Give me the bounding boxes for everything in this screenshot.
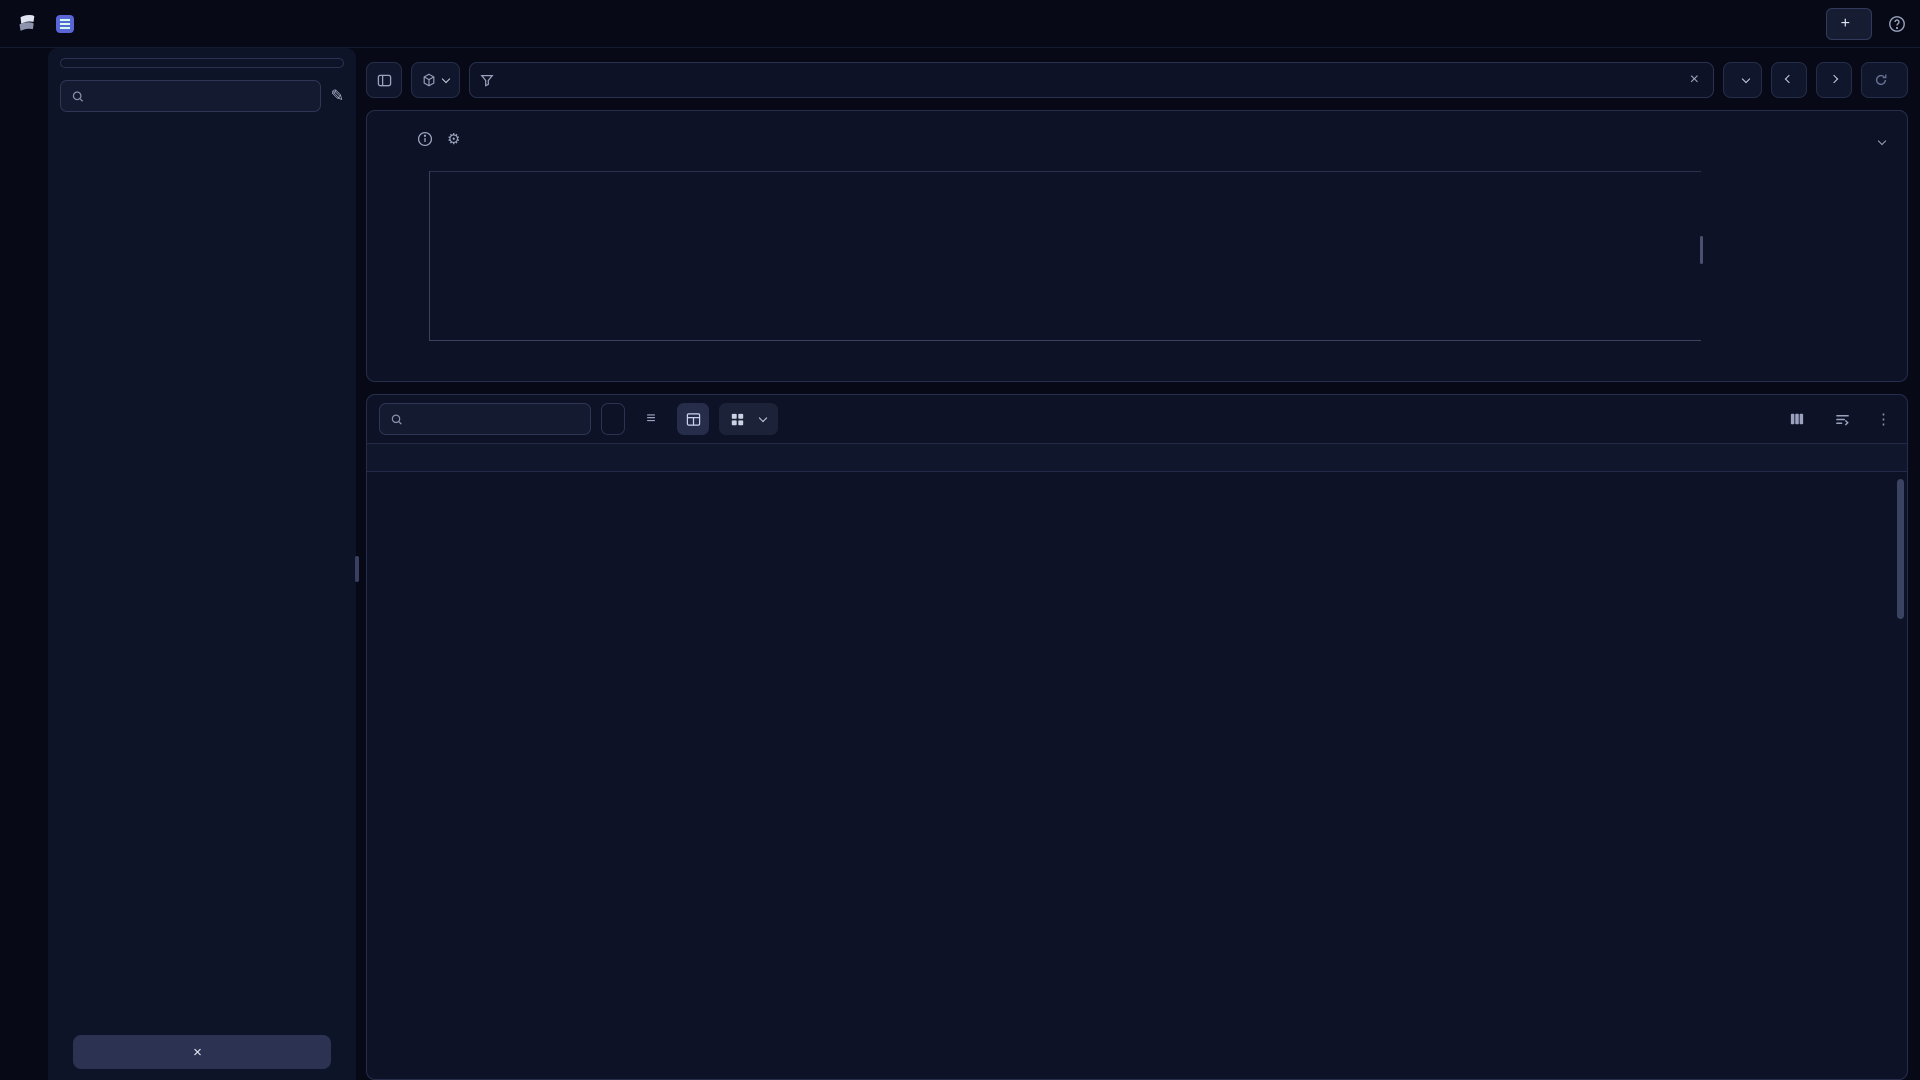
cube-icon xyxy=(422,73,436,87)
facet-search xyxy=(60,80,321,112)
columns-icon xyxy=(1790,412,1804,426)
y-axis xyxy=(401,171,429,375)
request-count-badge xyxy=(601,403,625,435)
dynatrace-logo-icon[interactable] xyxy=(14,11,40,37)
filter-row: × xyxy=(366,62,1908,98)
help-icon[interactable] xyxy=(1888,15,1906,33)
search-icon xyxy=(71,89,85,104)
distributed-tracing-app-icon xyxy=(56,15,74,33)
plot-scroll-handle[interactable] xyxy=(1700,236,1703,264)
table-header xyxy=(367,443,1907,472)
table-icon xyxy=(686,412,701,427)
columns-hidden-button[interactable] xyxy=(1790,412,1812,426)
requests-search-input[interactable] xyxy=(410,412,580,427)
facet-list xyxy=(60,126,344,1024)
kebab-menu-icon[interactable]: ⋮ xyxy=(1872,410,1895,428)
x-axis xyxy=(429,341,1701,359)
chevron-left-icon xyxy=(1785,74,1793,82)
sidebar-resizer[interactable] xyxy=(355,556,359,582)
sidebar-footer: × xyxy=(60,1024,344,1080)
chevron-down-icon xyxy=(1742,74,1750,82)
info-icon[interactable] xyxy=(417,131,433,147)
settings-gear-icon[interactable]: ⚙ xyxy=(447,130,460,148)
facet-sidebar: ✎ × xyxy=(48,48,356,1080)
requests-search xyxy=(379,403,591,435)
requests-table-panel: ≡ ⋮ xyxy=(366,394,1908,1080)
chart-legend xyxy=(1701,171,1891,375)
plus-icon: + xyxy=(1841,16,1850,32)
toggle-sidebar-button[interactable] xyxy=(366,62,402,98)
chevron-down-icon xyxy=(759,413,767,421)
facet-search-input[interactable] xyxy=(92,89,310,104)
refresh-button[interactable] xyxy=(1861,62,1908,98)
histogram-plot[interactable] xyxy=(429,171,1701,341)
vertical-scrollbar[interactable] xyxy=(1897,479,1904,619)
requests-chart-panel: ⚙ xyxy=(366,110,1908,382)
column-settings-icon[interactable] xyxy=(1826,403,1858,435)
edit-facets-icon[interactable]: ✎ xyxy=(331,86,344,106)
table-body xyxy=(367,472,1907,1079)
table-view-button[interactable] xyxy=(677,403,709,435)
panel-toggle-icon xyxy=(377,73,392,88)
timeframe-selector[interactable] xyxy=(1723,62,1762,98)
add-traces-button[interactable]: + xyxy=(1826,8,1872,40)
list-view-button[interactable]: ≡ xyxy=(635,403,667,435)
clear-filters-button[interactable]: × xyxy=(73,1035,331,1069)
refresh-icon xyxy=(1874,73,1888,87)
chevron-down-icon xyxy=(442,74,450,82)
group-by-button[interactable] xyxy=(719,403,778,435)
filter-icon xyxy=(480,73,494,87)
filter-input[interactable]: × xyxy=(469,62,1714,98)
group-by-icon xyxy=(731,413,744,426)
clear-filter-icon[interactable]: × xyxy=(1686,71,1703,89)
timeframe-prev-button[interactable] xyxy=(1771,62,1807,98)
trace-type-nav xyxy=(60,58,344,68)
close-icon: × xyxy=(193,1044,202,1061)
table-toolbar: ≡ ⋮ xyxy=(367,395,1907,443)
collapse-panel-icon[interactable] xyxy=(1873,132,1891,147)
x-axis-title xyxy=(429,359,1701,375)
topbar: + xyxy=(0,0,1920,48)
search-icon xyxy=(390,412,403,427)
app-rail xyxy=(0,48,48,1080)
timeframe-next-button[interactable] xyxy=(1816,62,1852,98)
y-axis-title xyxy=(383,171,401,375)
scope-selector-button[interactable] xyxy=(411,62,460,98)
chevron-right-icon xyxy=(1830,74,1838,82)
main-content: × ⚙ xyxy=(366,48,1908,1080)
